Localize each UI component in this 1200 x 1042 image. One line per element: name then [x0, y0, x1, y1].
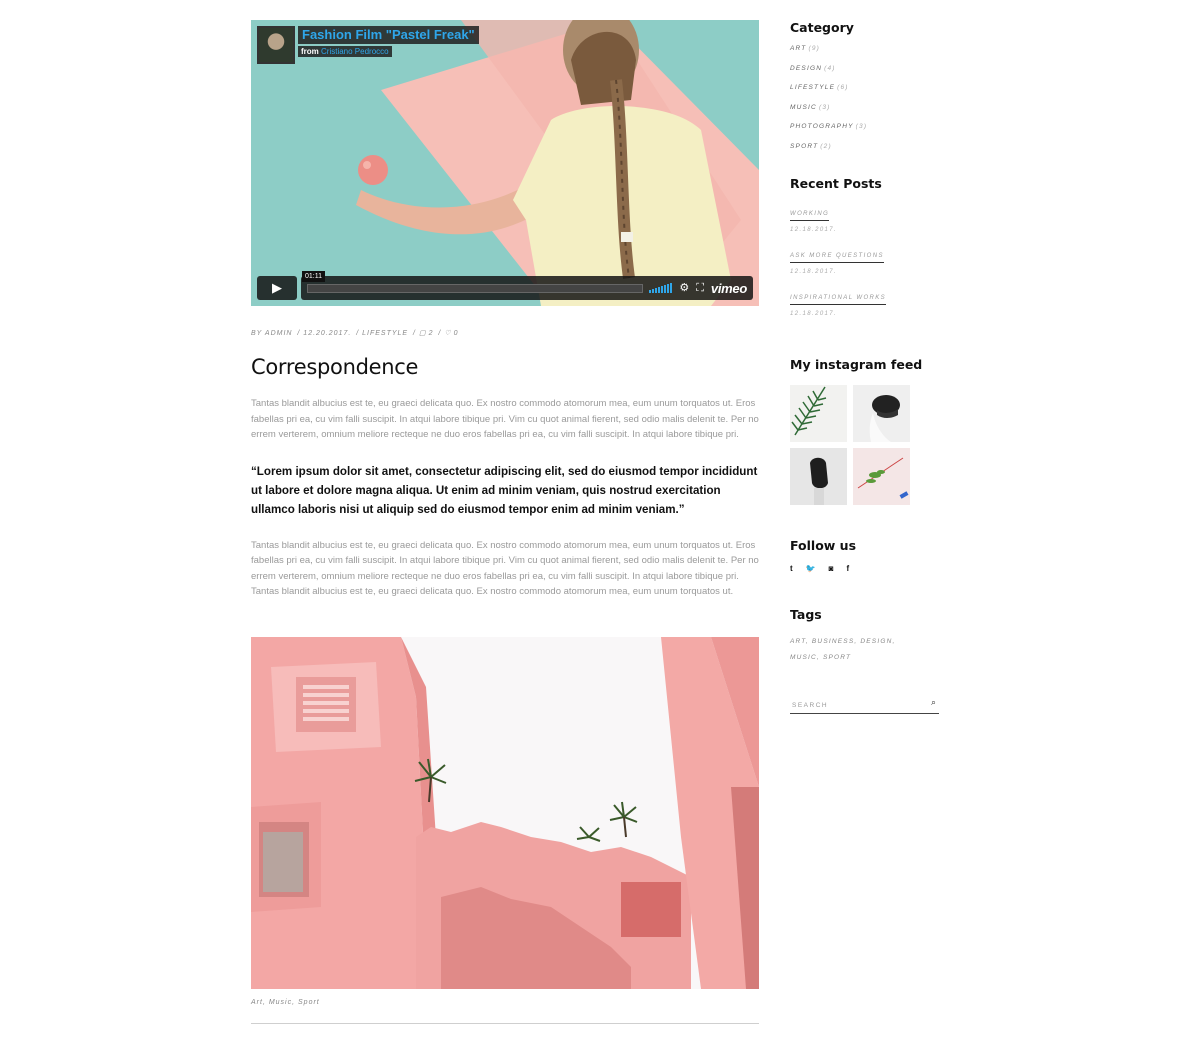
video-title[interactable]: Fashion Film "Pastel Freak" [298, 26, 479, 44]
category-item-art[interactable]: ART (9) [790, 45, 940, 65]
video-byline: from Cristiano Pedrocco [298, 46, 392, 57]
settings-icon[interactable]: ⚙ [679, 282, 689, 294]
recent-post-date: 12.18.2017. [790, 227, 838, 233]
category-item-design[interactable]: DESIGN (4) [790, 65, 940, 85]
recent-posts-title: Recent Posts [790, 176, 882, 191]
instagram-image-leaf[interactable] [790, 385, 847, 442]
facebook-icon[interactable]: f [846, 564, 849, 573]
instagram-image-sculpture[interactable] [853, 385, 910, 442]
video-title-box[interactable]: Fashion Film "Pastel Freak" from Cristia… [257, 26, 479, 64]
category-title: Category [790, 20, 854, 35]
recent-post-date: 12.18.2017. [790, 311, 838, 317]
search-box: ⌕ [790, 694, 939, 715]
comment-icon: ▢ [418, 330, 427, 337]
instagram-image-hand[interactable] [790, 448, 847, 505]
recent-post-title[interactable]: ASK MORE QUESTIONS [790, 253, 884, 263]
post-paragraph-2: Tantas blandit albucius est te, eu graec… [251, 539, 759, 598]
recent-post-item[interactable]: INSPIRATIONAL WORKS 12.18.2017. [790, 286, 940, 317]
post-title[interactable]: Correspondence [251, 354, 759, 380]
comment-count[interactable]: 2 [429, 330, 434, 337]
byline-prefix: from [301, 47, 319, 56]
search-icon[interactable]: ⌕ [931, 697, 936, 708]
instagram-title: My instagram feed [790, 357, 923, 372]
divider [251, 1022, 759, 1024]
post-author[interactable]: BY ADMIN [251, 330, 292, 337]
twitter-icon[interactable]: 🐦 [806, 564, 816, 573]
tag-list[interactable]: ART, BUSINESS, DESIGN, MUSIC, SPORT [790, 634, 920, 666]
video-controls: ▶ 01:11 ⚙ ⛶ vimeo [257, 270, 753, 300]
post-category[interactable]: LIFESTYLE [362, 330, 408, 337]
avatar[interactable] [257, 26, 295, 64]
search-input[interactable] [790, 696, 920, 715]
time-indicator: 01:11 [302, 270, 325, 282]
vimeo-logo[interactable]: vimeo [711, 281, 747, 296]
post-meta: BY ADMIN / 12.20.2017. / LIFESTYLE / ▢ 2 … [251, 330, 459, 337]
recent-post-item[interactable]: ASK MORE QUESTIONS 12.18.2017. [790, 244, 940, 275]
instagram-widget: My instagram feed [790, 357, 940, 505]
follow-widget: Follow us t 🐦 ◙ f [790, 538, 940, 573]
sidebar: Category ART (9) DESIGN (4) LIFESTYLE (6) M… [790, 20, 940, 715]
tags-widget: Tags ART, BUSINESS, DESIGN, MUSIC, SPORT [790, 607, 940, 666]
category-list: ART (9) DESIGN (4) LIFESTYLE (6) MUSIC (3) P… [790, 45, 940, 162]
tags-title: Tags [790, 607, 822, 622]
play-button[interactable]: ▶ [257, 276, 297, 300]
post-paragraph-1: Tantas blandit albucius est te, eu graec… [251, 398, 759, 440]
recent-posts: Recent Posts WORKING 12.18.2017. ASK MOR… [790, 176, 940, 317]
social-icons: t 🐦 ◙ f [790, 564, 940, 573]
video-player[interactable]: Fashion Film "Pastel Freak" from Cristia… [251, 20, 759, 306]
main-column: Fashion Film "Pastel Freak" from Cristia… [251, 20, 759, 1024]
tumblr-icon[interactable]: t [790, 564, 793, 573]
post-quote: “Lorem ipsum dolor sit amet, consectetur… [251, 464, 758, 516]
instagram-grid [790, 385, 940, 505]
category-item-music[interactable]: MUSIC (3) [790, 104, 940, 124]
video-author-link[interactable]: Cristiano Pedrocco [321, 47, 389, 56]
recent-post-title[interactable]: WORKING [790, 211, 830, 221]
control-bar: 01:11 ⚙ ⛶ vimeo [301, 270, 753, 300]
follow-title: Follow us [790, 538, 857, 553]
heart-icon: ♡ [444, 330, 452, 337]
volume-icon[interactable] [649, 283, 673, 293]
pink-building-image [251, 636, 759, 989]
post-image [251, 636, 759, 989]
category-item-lifestyle[interactable]: LIFESTYLE (6) [790, 84, 940, 104]
fullscreen-icon[interactable]: ⛶ [696, 282, 704, 294]
play-icon: ▶ [272, 280, 282, 295]
instagram-icon[interactable]: ◙ [829, 564, 834, 573]
like-count[interactable]: 0 [454, 330, 459, 337]
instagram-image-plant[interactable] [853, 448, 910, 505]
post-date[interactable]: 12.20.2017. [303, 330, 351, 337]
category-item-sport[interactable]: SPORT (2) [790, 143, 940, 163]
recent-post-date: 12.18.2017. [790, 269, 838, 275]
post-tags[interactable]: Art, Music, Sport [251, 999, 759, 1006]
progress-bar[interactable]: 01:11 [302, 270, 644, 293]
recent-post-item[interactable]: WORKING 12.18.2017. [790, 202, 940, 233]
category-item-photography[interactable]: PHOTOGRAPHY (3) [790, 123, 940, 143]
recent-post-title[interactable]: INSPIRATIONAL WORKS [790, 295, 887, 305]
